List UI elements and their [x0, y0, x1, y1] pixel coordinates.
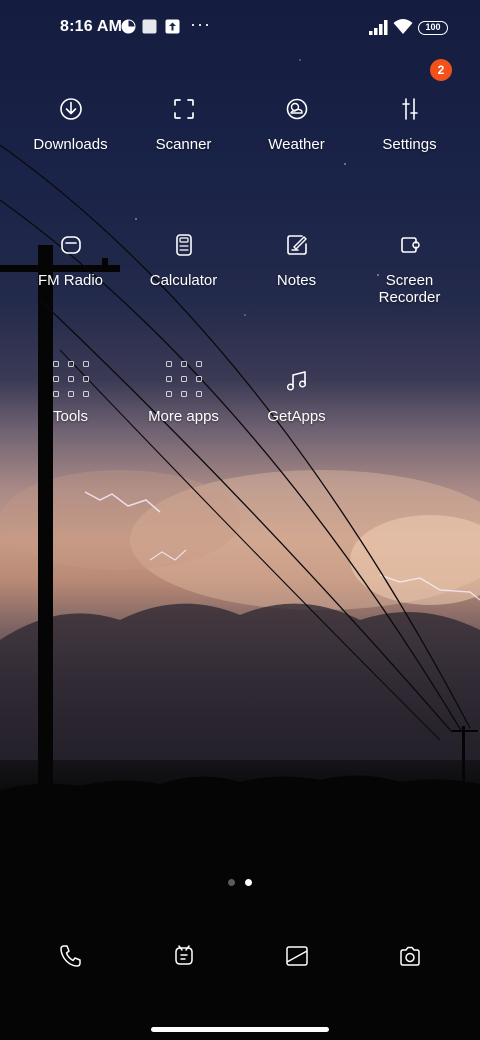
- app-scanner[interactable]: Scanner: [127, 80, 240, 190]
- app-label: Settings: [382, 136, 437, 153]
- app-label: Screen Recorder: [378, 272, 441, 306]
- status-overflow: ···: [190, 14, 211, 34]
- app-label: GetApps: [267, 408, 326, 425]
- wifi-icon: [393, 19, 413, 34]
- camera-icon[interactable]: [396, 942, 424, 970]
- app-screen-recorder[interactable]: Screen Recorder: [353, 216, 466, 326]
- folder-icon: [51, 359, 91, 399]
- notification-badge: 2: [430, 59, 452, 81]
- pie-chart-icon: [121, 19, 136, 34]
- app-label: More apps: [148, 408, 219, 425]
- app-notes[interactable]: Notes: [240, 216, 353, 326]
- app-label: Downloads: [33, 136, 108, 153]
- signal-icon: [369, 20, 388, 35]
- page-indicator-dot-2-active[interactable]: [245, 879, 252, 886]
- folder-icon: [164, 359, 204, 399]
- battery-icon: 100: [418, 21, 448, 35]
- screen-recorder-icon: [401, 237, 420, 253]
- music-note-icon: [286, 371, 307, 391]
- app-label: Scanner: [155, 136, 212, 153]
- app-label: FM Radio: [37, 272, 104, 289]
- weather-icon: [286, 98, 308, 120]
- calculator-icon: [176, 234, 192, 256]
- settings-sliders-icon: [402, 98, 418, 120]
- browser-icon[interactable]: [283, 942, 311, 970]
- phone-icon[interactable]: [57, 942, 85, 970]
- app-downloads[interactable]: Downloads: [14, 80, 127, 190]
- app-label: Notes: [276, 272, 317, 289]
- app-fm-radio[interactable]: FM Radio: [14, 216, 127, 326]
- app-label: Calculator: [149, 272, 218, 289]
- radio-icon: [61, 236, 81, 254]
- app-label: Tools: [52, 408, 89, 425]
- status-bar: 8:16 AM ··· 100: [0, 0, 480, 56]
- square-icon: [142, 19, 157, 34]
- app-weather[interactable]: Weather: [240, 80, 353, 190]
- app-calculator[interactable]: Calculator: [127, 216, 240, 326]
- status-time: 8:16 AM: [60, 18, 123, 35]
- scan-icon: [174, 99, 194, 119]
- download-icon: [60, 98, 82, 120]
- notes-icon: [287, 235, 307, 255]
- app-settings[interactable]: Settings: [353, 80, 466, 190]
- app-label: Weather: [268, 136, 325, 153]
- folder-tools[interactable]: Tools: [14, 352, 127, 462]
- page-indicator-dot-1[interactable]: [228, 879, 235, 886]
- home-gesture-bar[interactable]: [151, 1027, 329, 1032]
- folder-more-apps[interactable]: More apps: [127, 352, 240, 462]
- upload-icon: [165, 19, 180, 34]
- app-getapps[interactable]: GetApps: [240, 352, 353, 462]
- messages-icon[interactable]: [170, 942, 198, 970]
